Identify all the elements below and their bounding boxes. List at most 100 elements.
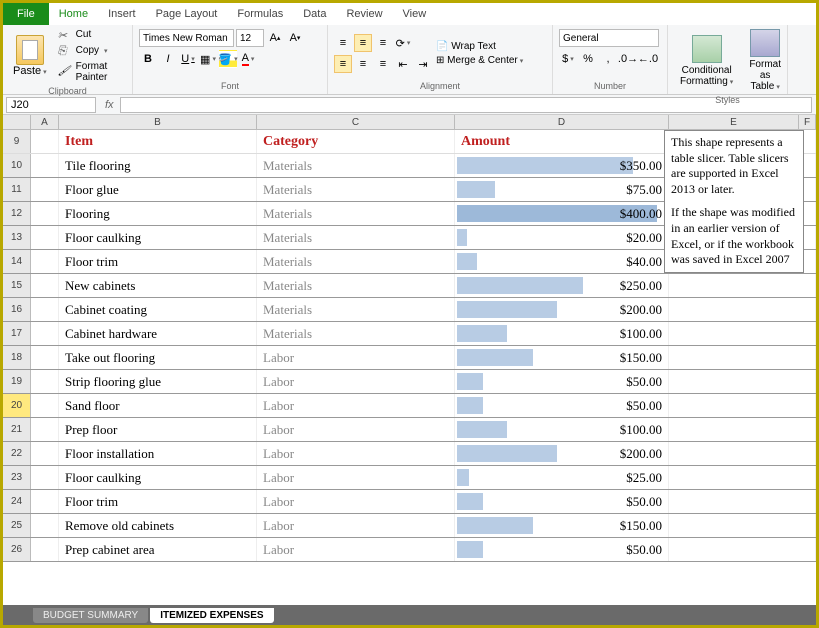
- file-tab[interactable]: File: [3, 3, 49, 25]
- cell-category[interactable]: Labor: [257, 418, 455, 441]
- cell[interactable]: [669, 346, 816, 369]
- bold-button[interactable]: B: [139, 50, 157, 68]
- tab-review[interactable]: Review: [336, 5, 392, 23]
- cell[interactable]: [669, 370, 816, 393]
- cell-amount[interactable]: $100.00: [455, 418, 669, 441]
- cell-category[interactable]: Materials: [257, 274, 455, 297]
- cell[interactable]: [669, 514, 816, 537]
- cell-item[interactable]: Floor caulking: [59, 226, 257, 249]
- cell[interactable]: [31, 226, 59, 249]
- col-header-f[interactable]: F: [799, 115, 816, 129]
- cell-item[interactable]: Cabinet coating: [59, 298, 257, 321]
- cell-amount[interactable]: $100.00: [455, 322, 669, 345]
- cell[interactable]: [669, 394, 816, 417]
- row-number[interactable]: 25: [3, 514, 31, 537]
- tab-data[interactable]: Data: [293, 5, 336, 23]
- cell[interactable]: [669, 322, 816, 345]
- align-left-button[interactable]: ≡: [334, 55, 352, 73]
- copy-button[interactable]: Copy: [55, 43, 126, 58]
- cell-item[interactable]: Floor caulking: [59, 466, 257, 489]
- row-number[interactable]: 26: [3, 538, 31, 561]
- cell[interactable]: [31, 154, 59, 177]
- cell-category[interactable]: Labor: [257, 346, 455, 369]
- row-number[interactable]: 12: [3, 202, 31, 225]
- row-number[interactable]: 19: [3, 370, 31, 393]
- cell-amount[interactable]: $25.00: [455, 466, 669, 489]
- cell-amount[interactable]: $150.00: [455, 346, 669, 369]
- conditional-formatting-button[interactable]: Conditional Formatting: [674, 33, 739, 89]
- cell[interactable]: [31, 178, 59, 201]
- name-box[interactable]: [6, 97, 96, 113]
- cell-category[interactable]: Materials: [257, 202, 455, 225]
- merge-center-button[interactable]: ⊞ Merge & Center: [436, 55, 523, 66]
- percent-button[interactable]: %: [579, 50, 597, 68]
- tab-home[interactable]: Home: [49, 5, 98, 23]
- align-bottom-button[interactable]: ≡: [374, 34, 392, 52]
- row-number[interactable]: 11: [3, 178, 31, 201]
- col-header-a[interactable]: A: [31, 115, 59, 129]
- cell-category[interactable]: Labor: [257, 442, 455, 465]
- number-format-select[interactable]: [559, 29, 659, 47]
- cell-category[interactable]: Materials: [257, 298, 455, 321]
- decrease-font-button[interactable]: A▾: [286, 29, 304, 47]
- italic-button[interactable]: I: [159, 50, 177, 68]
- decrease-indent-button[interactable]: ⇤: [394, 55, 412, 73]
- cell-category[interactable]: Labor: [257, 394, 455, 417]
- paste-button[interactable]: Paste: [9, 33, 51, 79]
- cell[interactable]: [31, 418, 59, 441]
- select-all-corner[interactable]: [3, 115, 31, 129]
- cell-item[interactable]: Strip flooring glue: [59, 370, 257, 393]
- align-top-button[interactable]: ≡: [334, 34, 352, 52]
- row-number[interactable]: 17: [3, 322, 31, 345]
- cell-item[interactable]: Floor trim: [59, 490, 257, 513]
- cell-category[interactable]: Materials: [257, 154, 455, 177]
- cell-category[interactable]: Labor: [257, 514, 455, 537]
- cell-amount[interactable]: $400.00: [455, 202, 669, 225]
- cell-category[interactable]: Labor: [257, 370, 455, 393]
- align-right-button[interactable]: ≡: [374, 55, 392, 73]
- fx-icon[interactable]: fx: [99, 99, 120, 111]
- font-name-select[interactable]: [139, 29, 234, 47]
- cell-item[interactable]: Floor trim: [59, 250, 257, 273]
- cell-item[interactable]: Flooring: [59, 202, 257, 225]
- cell-amount[interactable]: $350.00: [455, 154, 669, 177]
- cell[interactable]: [31, 298, 59, 321]
- cell-amount[interactable]: $200.00: [455, 442, 669, 465]
- underline-button[interactable]: U: [179, 50, 197, 68]
- cell-item[interactable]: Sand floor: [59, 394, 257, 417]
- cell[interactable]: [31, 466, 59, 489]
- cell[interactable]: [31, 370, 59, 393]
- row-number[interactable]: 16: [3, 298, 31, 321]
- cell-category[interactable]: Materials: [257, 178, 455, 201]
- fill-color-button[interactable]: 🪣: [219, 50, 237, 68]
- increase-indent-button[interactable]: ⇥: [414, 55, 432, 73]
- cell[interactable]: [669, 538, 816, 561]
- cell-amount[interactable]: $50.00: [455, 538, 669, 561]
- col-header-b[interactable]: B: [59, 115, 257, 129]
- cell[interactable]: [31, 442, 59, 465]
- cell[interactable]: [31, 274, 59, 297]
- cell-item[interactable]: Remove old cabinets: [59, 514, 257, 537]
- increase-font-button[interactable]: A▴: [266, 29, 284, 47]
- cell[interactable]: [31, 130, 59, 153]
- cell-amount[interactable]: $150.00: [455, 514, 669, 537]
- cell-category[interactable]: Materials: [257, 250, 455, 273]
- tab-view[interactable]: View: [393, 5, 437, 23]
- cell[interactable]: [31, 250, 59, 273]
- cut-button[interactable]: Cut: [55, 27, 126, 42]
- row-number[interactable]: 15: [3, 274, 31, 297]
- comma-button[interactable]: ,: [599, 50, 617, 68]
- font-size-select[interactable]: [236, 29, 264, 47]
- currency-button[interactable]: $: [559, 50, 577, 68]
- format-as-table-button[interactable]: Format as Table: [743, 27, 787, 94]
- col-header-c[interactable]: C: [257, 115, 455, 129]
- cell-amount[interactable]: $20.00: [455, 226, 669, 249]
- cell-item[interactable]: Take out flooring: [59, 346, 257, 369]
- cell[interactable]: [669, 466, 816, 489]
- cell[interactable]: [669, 490, 816, 513]
- decrease-decimal-button[interactable]: ←.0: [639, 50, 657, 68]
- sheet-tab-itemized-expenses[interactable]: ITEMIZED EXPENSES: [150, 608, 273, 623]
- col-header-e[interactable]: E: [669, 115, 799, 129]
- cell[interactable]: [31, 490, 59, 513]
- row-number[interactable]: 22: [3, 442, 31, 465]
